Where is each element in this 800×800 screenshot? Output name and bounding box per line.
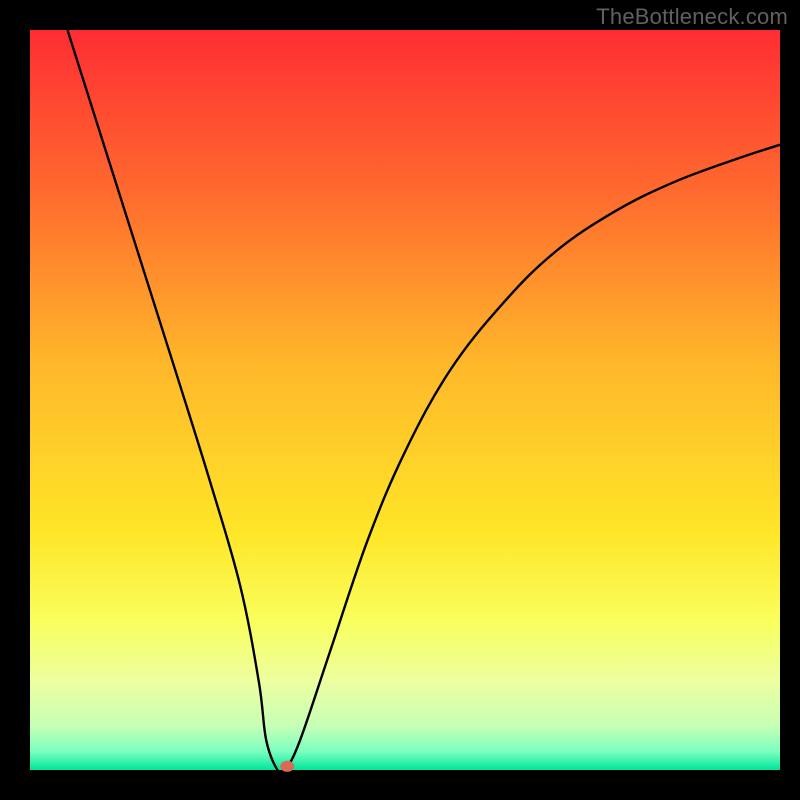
watermark-text: TheBottleneck.com (596, 4, 788, 30)
optimum-marker (280, 761, 294, 772)
bottleneck-chart (0, 0, 800, 800)
plot-background (30, 30, 780, 770)
chart-frame: TheBottleneck.com (0, 0, 800, 800)
